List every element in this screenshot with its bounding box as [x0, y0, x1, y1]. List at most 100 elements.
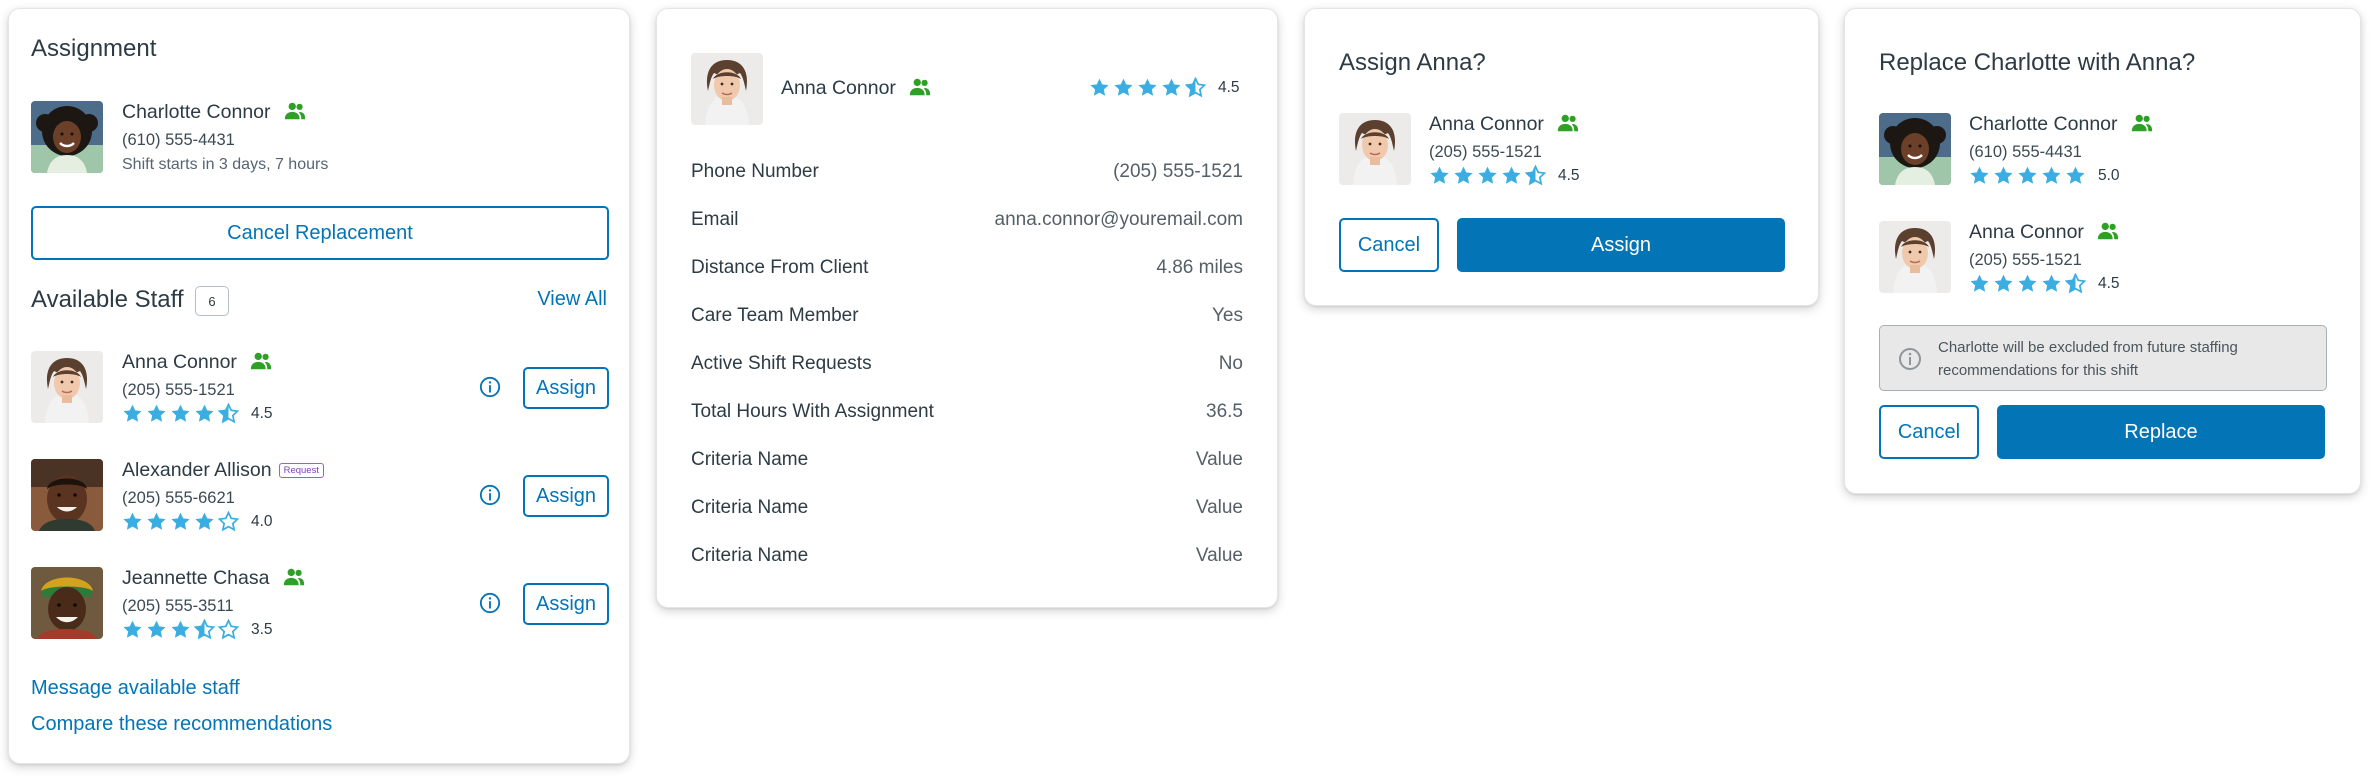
- star-full-icon: [1969, 273, 1990, 294]
- detail-label-total-hours: Total Hours With Assignment: [691, 401, 934, 422]
- detail-label-criteria: Criteria Name: [691, 449, 809, 470]
- rating-value: 5.0: [2098, 166, 2120, 184]
- star-full-icon: [146, 619, 167, 640]
- staff-phone: (205) 555-6621: [122, 489, 235, 507]
- detail-label-phone: Phone Number: [691, 161, 819, 182]
- compare-recommendations-link[interactable]: Compare these recommendations: [31, 713, 332, 736]
- detail-value-criteria: Value: [1195, 497, 1243, 518]
- star-full-icon: [1477, 165, 1498, 186]
- view-all-link[interactable]: View All: [537, 288, 607, 311]
- profile-name: Anna Connor: [781, 77, 931, 100]
- care-team-group-icon: [284, 100, 306, 122]
- staff-name-text: Anna Connor: [1429, 113, 1544, 135]
- cancel-replacement-button[interactable]: Cancel Replacement: [31, 206, 609, 260]
- message-available-staff-link[interactable]: Message available staff: [31, 677, 240, 700]
- detail-value-distance: 4.86 miles: [1156, 257, 1243, 278]
- info-icon: [1899, 348, 1921, 370]
- star-full-icon: [2017, 165, 2038, 186]
- rating-value: 4.0: [251, 512, 273, 530]
- star-half-icon: [1525, 165, 1546, 186]
- star-full-icon: [1993, 273, 2014, 294]
- current-staff-name: Charlotte Connor: [122, 101, 306, 124]
- star-empty-icon: [218, 511, 239, 532]
- replace-confirm-dialog: Replace Charlotte with Anna? Charlotte C…: [1844, 8, 2361, 494]
- shift-start-text: Shift starts in 3 days, 7 hours: [122, 156, 329, 173]
- care-team-group-icon: [2097, 220, 2119, 242]
- detail-value-email: anna.connor@youremail.com: [994, 209, 1243, 230]
- star-rating: 4.0: [122, 511, 273, 532]
- staff-phone: (205) 555-1521: [1969, 251, 2082, 269]
- rating-value: 4.5: [2098, 274, 2120, 292]
- detail-label-email: Email: [691, 209, 739, 230]
- cancel-button[interactable]: Cancel: [1339, 218, 1439, 272]
- care-team-group-icon: [909, 76, 931, 98]
- avatar-alexander: [31, 459, 103, 531]
- staff-name: Anna Connor: [122, 351, 272, 374]
- star-rating: 4.5: [122, 403, 273, 424]
- star-full-icon: [1969, 165, 1990, 186]
- detail-label-criteria: Criteria Name: [691, 497, 809, 518]
- staff-list-item: Jeannette Chasa (205) 555-3511 3.5 Assig…: [9, 567, 629, 647]
- cancel-button[interactable]: Cancel: [1879, 405, 1979, 459]
- avatar-jeannette: [31, 567, 103, 639]
- profile-name-text: Anna Connor: [781, 77, 896, 99]
- staff-name-text: Alexander Allison: [122, 459, 272, 481]
- available-staff-count-badge: 6: [195, 286, 229, 316]
- care-team-group-icon: [250, 350, 272, 372]
- care-team-group-icon: [283, 566, 305, 588]
- avatar-anna: [31, 351, 103, 423]
- staff-phone: (205) 555-3511: [122, 597, 234, 615]
- star-half-icon: [194, 619, 215, 640]
- detail-label-criteria: Criteria Name: [691, 545, 809, 566]
- avatar-anna: [1339, 113, 1411, 185]
- assign-button[interactable]: Assign: [523, 367, 609, 409]
- star-rating: 4.5: [1089, 77, 1240, 98]
- detail-label-distance: Distance From Client: [691, 257, 869, 278]
- star-full-icon: [194, 511, 215, 532]
- rating-value: 4.5: [251, 404, 273, 422]
- star-full-icon: [194, 403, 215, 424]
- staff-phone: (205) 555-1521: [1429, 143, 1542, 161]
- care-team-group-icon: [1557, 112, 1579, 134]
- replace-button[interactable]: Replace: [1997, 405, 2325, 459]
- star-full-icon: [1089, 77, 1110, 98]
- star-full-icon: [1501, 165, 1522, 186]
- detail-value-criteria: Value: [1195, 545, 1243, 566]
- star-full-icon: [2017, 273, 2038, 294]
- detail-value-care-team: Yes: [1212, 305, 1243, 326]
- staff-profile-card: Anna Connor 4.5 Phone Number (205) 555-1…: [656, 8, 1278, 608]
- star-full-icon: [122, 619, 143, 640]
- avatar-anna: [1879, 221, 1951, 293]
- star-full-icon: [2065, 165, 2086, 186]
- available-staff-heading: Available Staff: [31, 286, 184, 313]
- dialog-title: Replace Charlotte with Anna?: [1879, 49, 2196, 76]
- star-rating: 4.5: [1969, 273, 2120, 294]
- rating-value: 3.5: [251, 620, 273, 638]
- detail-label-care-team: Care Team Member: [691, 305, 859, 326]
- star-full-icon: [122, 511, 143, 532]
- info-icon[interactable]: [479, 592, 501, 614]
- detail-value-criteria: Value: [1195, 449, 1243, 470]
- star-full-icon: [1429, 165, 1450, 186]
- star-half-icon: [1185, 77, 1206, 98]
- assign-button[interactable]: Assign: [523, 475, 609, 517]
- avatar-charlotte: [1879, 113, 1951, 185]
- assign-button[interactable]: Assign: [1457, 218, 1785, 272]
- staff-name: Jeannette Chasa: [122, 567, 305, 590]
- staff-name-text: Anna Connor: [1969, 221, 2084, 243]
- detail-value-active-requests: No: [1218, 353, 1243, 374]
- star-full-icon: [170, 619, 191, 640]
- staff-name-text: Anna Connor: [122, 351, 237, 373]
- star-full-icon: [1453, 165, 1474, 186]
- star-full-icon: [1161, 77, 1182, 98]
- avatar-charlotte: [31, 101, 103, 173]
- detail-value-total-hours: 36.5: [1206, 401, 1243, 422]
- info-icon[interactable]: [479, 376, 501, 398]
- star-full-icon: [146, 511, 167, 532]
- staff-name: Anna Connor: [1969, 221, 2119, 244]
- info-icon[interactable]: [479, 484, 501, 506]
- star-half-icon: [2065, 273, 2086, 294]
- assign-button[interactable]: Assign: [523, 583, 609, 625]
- staff-name: Alexander Allison Request: [122, 459, 324, 482]
- detail-value-phone: (205) 555-1521: [1113, 161, 1243, 182]
